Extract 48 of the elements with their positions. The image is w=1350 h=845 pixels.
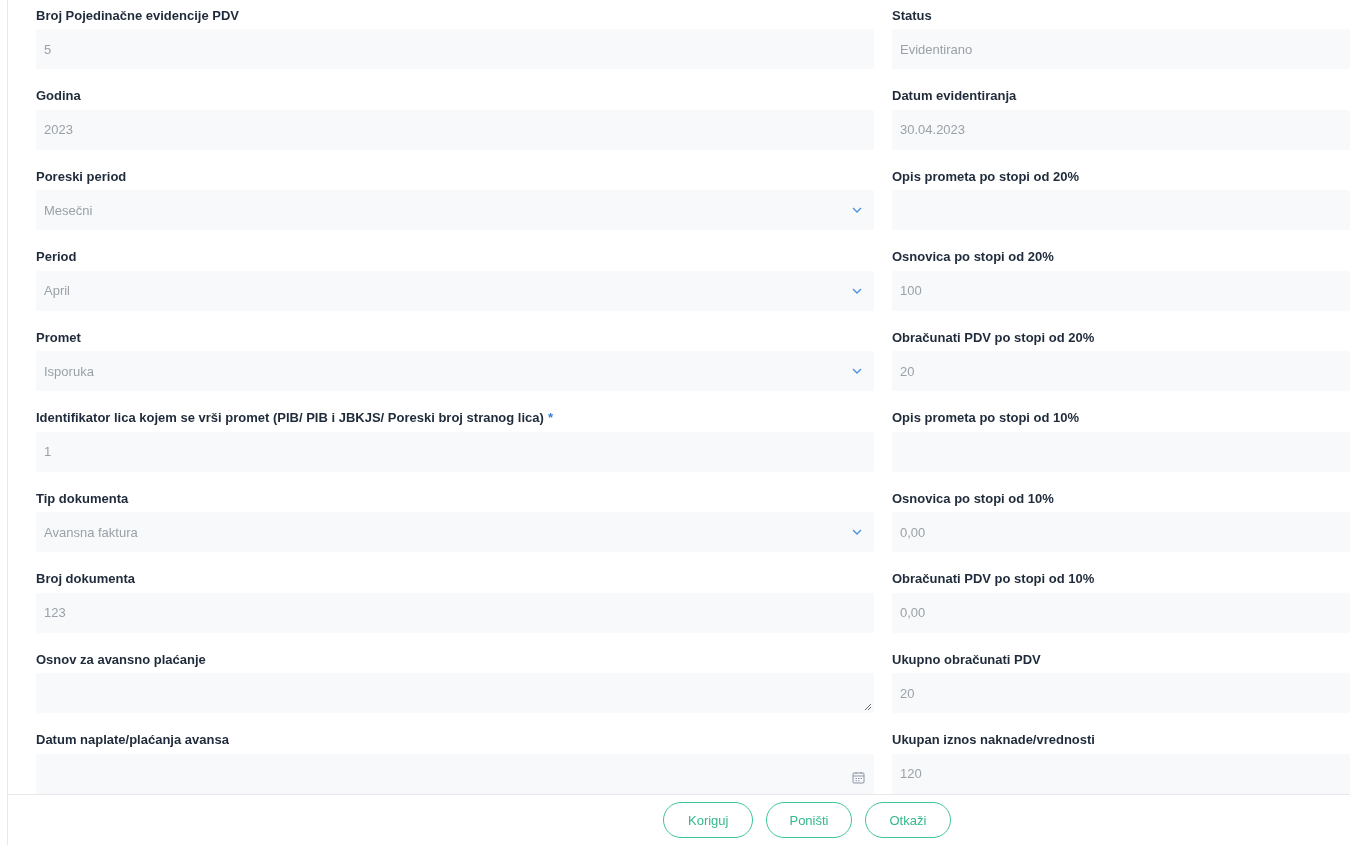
select-field[interactable]: Mesečni	[36, 190, 874, 230]
select-field[interactable]: April	[36, 270, 874, 311]
chevron-down-icon	[852, 287, 862, 294]
field-label: Datum evidentiranja	[892, 88, 1017, 103]
field-label: Broj dokumenta	[36, 571, 135, 586]
select-field[interactable]: Isporuka	[36, 351, 874, 391]
action-button[interactable]: Poništi	[766, 802, 852, 838]
field-label: Promet	[36, 329, 81, 345]
input-field[interactable]: 2023	[36, 109, 874, 150]
action-button[interactable]: Koriguj	[663, 802, 754, 838]
input-field[interactable]: 1	[36, 431, 874, 472]
action-button[interactable]: Otkaži	[864, 802, 952, 838]
text-area[interactable]	[36, 673, 874, 713]
input-field[interactable]: Evidentirano	[892, 29, 1350, 69]
input-field[interactable]: 120	[892, 753, 1350, 794]
field-label: Ukupan iznos naknade/vrednosti	[892, 732, 1095, 747]
input-field[interactable]: 5	[36, 29, 874, 69]
chevron-down-icon	[852, 529, 862, 535]
calendar-icon	[852, 770, 865, 784]
input-field[interactable]: 20	[892, 673, 1350, 713]
field-label: Osnovica po stopi od 10%	[892, 490, 1054, 506]
field-label: Opis prometa po stopi od 10%	[892, 410, 1080, 425]
field-label: Osnovica po stopi od 20%	[892, 249, 1054, 264]
field-label: Poreski period	[36, 168, 127, 184]
chevron-down-icon	[852, 207, 862, 213]
field-label: Ukupno obračunati PDV	[892, 651, 1041, 667]
field-label: Period	[36, 249, 77, 264]
field-label: Identifikator lica kojem se vrši promet (PIB/ PIB i JBKJS/ Poreski broj stranog lica)	[36, 410, 544, 425]
input-field[interactable]: 0,00	[892, 512, 1350, 552]
date-field[interactable]	[36, 753, 874, 794]
field-label: Tip dokumenta	[36, 490, 129, 506]
input-field[interactable]: 20	[892, 351, 1350, 391]
field-label: Obračunati PDV po stopi od 20%	[892, 329, 1095, 345]
field-label: Obračunati PDV po stopi od 10%	[892, 571, 1095, 586]
field-label: Opis prometa po stopi od 20%	[892, 168, 1080, 184]
resize-handle-icon	[864, 703, 872, 711]
required-mark: *	[547, 410, 553, 425]
input-field[interactable]: 123	[36, 592, 874, 633]
input-field[interactable]: 100	[892, 270, 1350, 311]
field-label: Osnov za avansno plaćanje	[36, 651, 206, 667]
field-label: Godina	[36, 88, 81, 103]
chevron-down-icon	[852, 368, 862, 374]
input-field[interactable]: 0,00	[892, 592, 1350, 633]
field-label: Broj Pojedinačne evidencije PDV	[36, 7, 239, 23]
field-label: Status	[892, 7, 932, 23]
field-label: Datum naplate/plaćanja avansa	[36, 732, 229, 747]
select-field[interactable]: Avansna faktura	[36, 512, 874, 552]
input-field[interactable]: 30.04.2023	[892, 109, 1350, 150]
